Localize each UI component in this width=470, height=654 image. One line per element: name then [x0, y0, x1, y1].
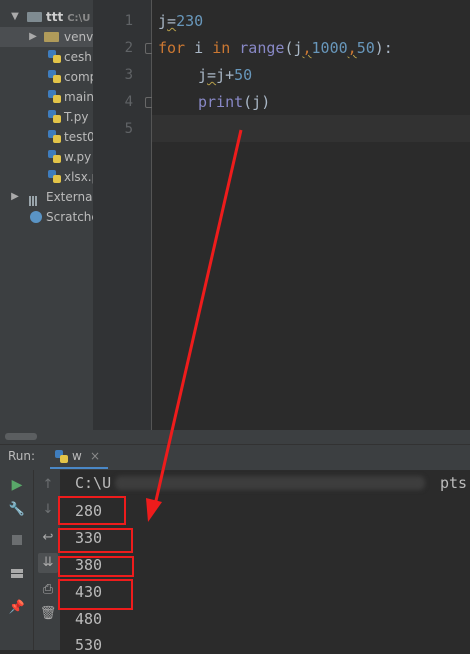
annotation-arrow: [146, 129, 243, 522]
annotation-arrow-line: [153, 129, 243, 506]
annotation-arrow-head: [146, 498, 162, 522]
